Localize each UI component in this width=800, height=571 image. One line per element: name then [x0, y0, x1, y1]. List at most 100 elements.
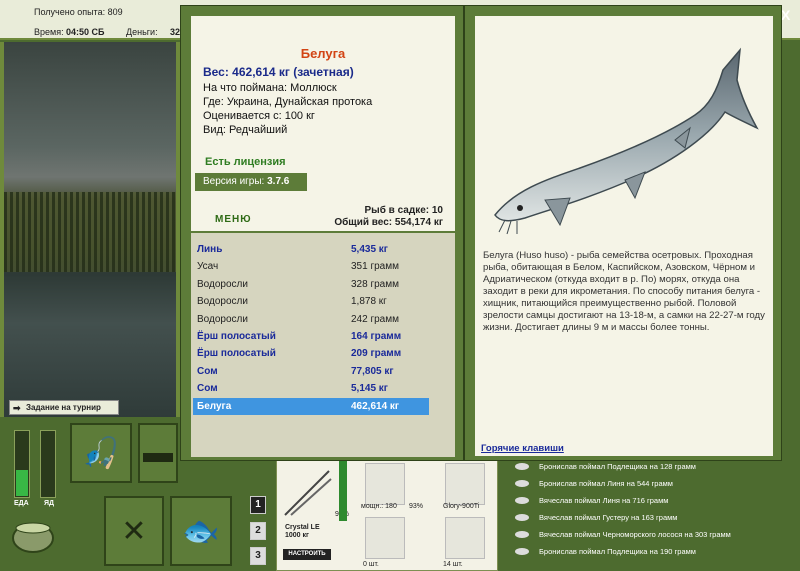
poison-bar [40, 430, 56, 498]
box-icon: ▬ [143, 436, 173, 469]
log-text: Брониcлав поймал Линя на 544 грамм [539, 479, 673, 488]
beluga-fish-image [494, 47, 759, 235]
catch-row[interactable]: Сом 77,805 кг [193, 363, 429, 380]
catch-fish-name: Ёрш полосатый [197, 348, 276, 360]
reeds [4, 192, 176, 272]
fish-name: Белуга [300, 46, 346, 61]
food-bar [14, 430, 30, 498]
bait-count: 14 шт. [443, 561, 463, 568]
catch-row[interactable]: Ёрш полосатый 209 грамм [193, 345, 429, 362]
catch-row[interactable]: Ёрш полосатый 164 грамм [193, 328, 429, 345]
catch-row[interactable]: Водоросли 1,878 кг [193, 293, 429, 310]
fish-rated: Оценивается с: 100 кг [203, 110, 315, 122]
license-status: Есть лицензия [205, 156, 286, 168]
catch-fish-name: Ёрш полосатый [197, 331, 276, 342]
catch-fish-weight: 1,878 кг [351, 296, 387, 308]
keep-net-count: Рыб в садке: 10 [364, 205, 443, 216]
line-name: Glory-900Ti [443, 503, 480, 510]
catch-fish-name: Водоросли [197, 296, 248, 308]
rod-reel-icon: 🎣 [82, 436, 120, 470]
log-text: Вячеслав поймал Линя на 716 грамм [539, 496, 669, 505]
fish-weight: Вес: 462,614 кг (зачетная) [203, 65, 354, 79]
catch-row[interactable]: Усач 351 грамм [193, 258, 429, 275]
close-button[interactable]: X [781, 7, 790, 23]
log-text: Вячеслав поймал Черноморского лосося на … [539, 530, 731, 539]
log-text: Брониcлав поймал Подлещика на 128 грамм [539, 462, 696, 471]
catch-fish-name: Водоросли [197, 278, 248, 290]
catch-row[interactable]: Белуга 462,614 кг [193, 397, 429, 415]
slot-button-3[interactable]: 3 [250, 547, 266, 565]
rod-icon[interactable] [281, 467, 333, 519]
reel-power: мощн.: 180 [361, 503, 397, 510]
catch-fish-weight: 242 грамм [351, 313, 399, 325]
log-text: Брониcлав поймал Подлещика на 190 грамм [539, 547, 696, 556]
catch-row[interactable]: Сом 5,145 кг [193, 380, 429, 397]
keep-net-summary: Рыб в садке: 10 Общий вес: 554,174 кг [334, 205, 443, 229]
log-row: Вячеслав поймал Линя на 716 грамм [515, 494, 795, 511]
catch-fish-weight: 209 грамм [351, 348, 402, 360]
log-row: Брониcлав поймал Подлещика на 128 грамм [515, 460, 795, 477]
fish-small-icon [515, 480, 529, 487]
cauldron-icon[interactable] [10, 516, 56, 556]
catch-fish-name: Усач [197, 261, 219, 273]
money-value: 32 [170, 27, 181, 37]
reel-slot[interactable] [365, 463, 405, 505]
money-label: Деньги: [126, 27, 158, 37]
poison-label: ЯД [44, 500, 55, 507]
fish-small-icon [515, 463, 529, 470]
catch-log: Брониcлав поймал Подлещика на 128 грамм … [507, 460, 800, 571]
fish-small-icon [515, 531, 529, 538]
slot-button-2[interactable]: 2 [250, 522, 266, 540]
hook-count: 0 шт. [363, 561, 379, 568]
tackle-tile[interactable]: 🎣 [70, 423, 132, 483]
log-row: Брониcлав поймал Подлещика на 190 грамм [515, 545, 795, 562]
tournament-task-button[interactable]: ➡ Задание на турнир [9, 400, 119, 415]
food-tile[interactable]: ✕ [104, 496, 164, 566]
fish-tile[interactable]: 🐟 [170, 496, 232, 566]
fish-small-icon [515, 548, 529, 555]
catch-row[interactable]: Водоросли 328 грамм [193, 276, 429, 293]
rod-durability-bar [339, 461, 347, 521]
catch-fish-weight: 164 грамм [351, 331, 402, 342]
food-bar-fill [16, 469, 28, 496]
fish-place: Где: Украина, Дунайская протока [203, 96, 373, 108]
rod-capacity: 1000 кг [285, 532, 309, 539]
line-slot[interactable] [445, 463, 485, 505]
log-row: Брониcлав поймал Линя на 544 грамм [515, 477, 795, 494]
log-text: Вячеслав поймал Густеру на 163 грамм [539, 513, 678, 522]
catch-fish-name: Сом [197, 365, 218, 377]
hotkeys-link[interactable]: Горячие клавиши [481, 443, 564, 454]
arrow-right-icon: ➡ [13, 403, 21, 413]
reel-percent: 93% [409, 503, 424, 510]
game-version: Версия игры: 3.7.6 [195, 173, 307, 191]
experience-label: Получено опыта: 809 [34, 7, 123, 17]
catch-fish-weight: 328 грамм [351, 278, 399, 290]
hook-slot[interactable] [365, 517, 405, 559]
catch-fish-weight: 5,435 кг [351, 244, 388, 255]
slot-button-1[interactable]: 1 [250, 496, 266, 514]
bait-slot[interactable] [445, 517, 485, 559]
catch-fish-name: Белуга [197, 400, 232, 412]
menu-button[interactable]: МЕНЮ [215, 214, 252, 225]
food-label: ЕДА [14, 500, 29, 507]
version-value: 3.7.6 [267, 176, 290, 187]
catch-list: Линь 5,435 кг Усач 351 грамм Водоросли 328 гр… [189, 231, 457, 459]
fish-small-icon [515, 514, 529, 521]
catch-fish-name: Сом [197, 383, 218, 395]
rod-name: Crystal LE [285, 524, 320, 531]
fish-description-card: Белуга (Huso huso) - рыба семейства осет… [473, 14, 775, 458]
fish-details: Белуга Вес: 462,614 кг (зачетная) На что… [189, 14, 457, 234]
catch-row[interactable]: Водоросли 242 грамм [193, 311, 429, 328]
fish-description: Белуга (Huso huso) - рыба семейства осет… [483, 250, 765, 333]
fish-picture-panel: Белуга (Huso huso) - рыба семейства осет… [464, 5, 782, 461]
tackle-box-tile[interactable]: ▬ [138, 423, 178, 483]
time-value: 04:50 СБ [66, 27, 105, 37]
catch-fish-weight: 77,805 кг [351, 365, 394, 377]
log-row: Вячеслав поймал Густеру на 163 грамм [515, 511, 795, 528]
catch-fish-weight: 351 грамм [351, 261, 399, 273]
catch-row[interactable]: Линь 5,435 кг [193, 241, 429, 258]
fish-small-icon [515, 497, 529, 504]
tournament-task-label: Задание на турнир [26, 403, 101, 412]
setup-button[interactable]: НАСТРОИТЬ [283, 549, 331, 560]
time-label: Время: [34, 27, 64, 37]
